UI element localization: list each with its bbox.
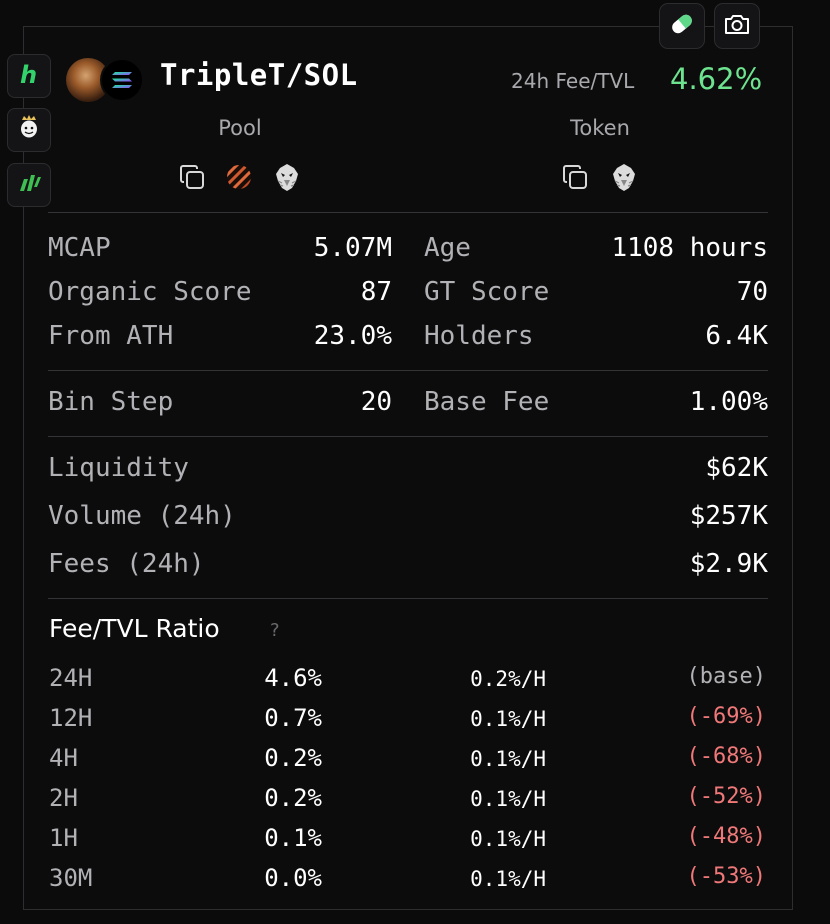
ratio-change: (-68%) [686, 744, 766, 769]
organic-score-value: 87 [360, 277, 392, 307]
pool-links-heading: Pool [218, 116, 262, 140]
ratio-percent: 0.0% [264, 864, 322, 892]
mcap-label: MCAP [48, 233, 111, 263]
striped-orb-icon [227, 165, 251, 189]
fee-tvl-label: 24h Fee/TVL [511, 69, 635, 93]
ratio-period: 30M [49, 864, 93, 892]
token-links-heading: Token [570, 116, 630, 140]
solana-icon [112, 72, 132, 88]
ratio-period: 24H [49, 664, 93, 692]
ratio-change: (base) [686, 664, 766, 689]
organic-score-label: Organic Score [48, 277, 252, 307]
from-ath-value: 23.0% [313, 321, 392, 351]
volume-24h-value: $257K [689, 501, 768, 531]
ratio-per-hour: 0.1%/H [470, 787, 546, 811]
from-ath-label: From ATH [48, 321, 174, 351]
ratio-row: 12H 0.7% 0.1%/H (-69%) [0, 704, 830, 744]
pill-icon [667, 9, 697, 43]
holders-label: Holders [424, 321, 534, 351]
ratio-change: (-69%) [686, 704, 766, 729]
pool-birdeye-link[interactable] [270, 160, 304, 194]
pill-button[interactable] [659, 3, 705, 49]
ratio-change: (-53%) [686, 864, 766, 889]
base-fee-value: 1.00% [689, 387, 768, 417]
pair-title: TripleT/SOL [160, 58, 358, 92]
sol-token-avatar [100, 58, 144, 102]
ratio-row: 2H 0.2% 0.1%/H (-52%) [0, 784, 830, 824]
token-pair-avatars [66, 58, 146, 102]
hyperliquid-button[interactable]: h [7, 54, 51, 98]
mcap-value: 5.07M [313, 233, 392, 263]
help-icon[interactable]: ? [270, 620, 280, 641]
ratio-per-hour: 0.2%/H [470, 667, 546, 691]
ratio-change: (-52%) [686, 784, 766, 809]
fee-tvl-value: 4.62% [670, 62, 763, 96]
ratio-period: 1H [49, 824, 78, 852]
copy-pool-address-button[interactable] [175, 160, 209, 194]
green-stripes-logo-icon [14, 169, 44, 201]
gt-score-label: GT Score [424, 277, 550, 307]
crowned-avatar-icon [14, 113, 44, 147]
copy-icon [180, 165, 204, 189]
ratio-period: 2H [49, 784, 78, 812]
ratio-period: 12H [49, 704, 93, 732]
eagle-icon [276, 164, 298, 191]
ratio-percent: 0.2% [264, 784, 322, 812]
ratio-percent: 0.7% [264, 704, 322, 732]
camera-icon [723, 11, 751, 41]
pool-explorer-link[interactable] [222, 160, 256, 194]
ratio-period: 4H [49, 744, 78, 772]
ratio-percent: 0.1% [264, 824, 322, 852]
ratio-row: 24H 4.6% 0.2%/H (base) [0, 664, 830, 704]
age-label: Age [424, 233, 471, 263]
bin-step-label: Bin Step [48, 387, 174, 417]
holders-value: 6.4K [705, 321, 768, 351]
liquidity-label: Liquidity [48, 453, 189, 483]
ratio-per-hour: 0.1%/H [470, 867, 546, 891]
ratio-per-hour: 0.1%/H [470, 827, 546, 851]
green-stripes-button[interactable] [7, 163, 51, 207]
divider [48, 436, 768, 437]
divider [48, 370, 768, 371]
fee-tvl-ratio-title: Fee/TVL Ratio [49, 614, 220, 643]
base-fee-label: Base Fee [424, 387, 550, 417]
copy-icon [563, 165, 587, 189]
eagle-icon [613, 164, 635, 191]
ratio-change: (-48%) [686, 824, 766, 849]
ratio-per-hour: 0.1%/H [470, 747, 546, 771]
divider [48, 212, 768, 213]
ratio-percent: 0.2% [264, 744, 322, 772]
liquidity-value: $62K [705, 453, 768, 483]
divider [48, 598, 768, 599]
copy-token-address-button[interactable] [558, 160, 592, 194]
ratio-per-hour: 0.1%/H [470, 707, 546, 731]
hyperliquid-h-icon: h [15, 60, 43, 92]
ratio-row: 4H 0.2% 0.1%/H (-68%) [0, 744, 830, 784]
volume-24h-label: Volume (24h) [48, 501, 236, 531]
fees-24h-label: Fees (24h) [48, 549, 205, 579]
ratio-row: 30M 0.0% 0.1%/H (-53%) [0, 864, 830, 904]
camera-button[interactable] [714, 3, 760, 49]
ratio-row: 1H 0.1% 0.1%/H (-48%) [0, 824, 830, 864]
age-value: 1108 hours [611, 233, 768, 263]
bin-step-value: 20 [360, 387, 392, 417]
fees-24h-value: $2.9K [689, 549, 768, 579]
ratio-percent: 4.6% [264, 664, 322, 692]
svg-text:h: h [20, 61, 37, 88]
crowned-avatar-button[interactable] [7, 108, 51, 152]
token-birdeye-link[interactable] [607, 160, 641, 194]
gt-score-value: 70 [736, 277, 768, 307]
